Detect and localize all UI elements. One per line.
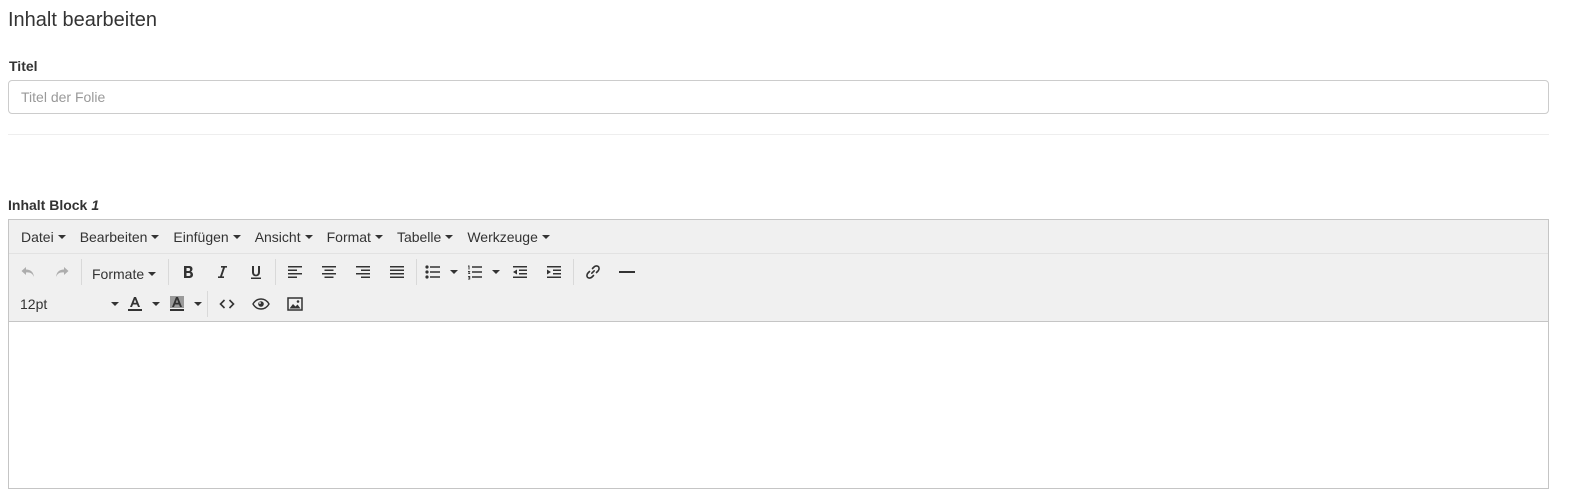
italic-icon — [218, 266, 228, 278]
horizontal-rule-icon — [619, 271, 636, 273]
title-label: Titel — [9, 58, 38, 74]
bullet-list-button[interactable] — [419, 257, 447, 287]
align-center-icon — [322, 266, 337, 278]
font-size-value: 12pt — [20, 296, 48, 312]
numbered-list-button[interactable] — [461, 257, 489, 287]
toolbar-separator — [207, 291, 208, 317]
font-size-select[interactable]: 12pt — [11, 289, 121, 319]
align-left-icon — [288, 266, 303, 278]
background-color-split — [163, 289, 205, 319]
toolbar-row-1: Formate — [11, 256, 644, 288]
bullet-list-dropdown[interactable] — [447, 257, 461, 287]
menu-bearbeiten[interactable]: Bearbeiten — [73, 223, 167, 251]
block-number: 1 — [91, 197, 100, 213]
toolbar-separator — [275, 259, 277, 285]
underline-button[interactable] — [239, 257, 273, 287]
toolbar-separator — [416, 259, 418, 285]
caret-down-icon — [492, 270, 501, 274]
block-label: Inhalt Block 1 — [8, 197, 99, 213]
caret-down-icon — [232, 234, 241, 239]
menu-ansicht[interactable]: Ansicht — [248, 223, 320, 251]
align-left-button[interactable] — [278, 257, 312, 287]
indent-button[interactable] — [537, 257, 571, 287]
align-center-button[interactable] — [312, 257, 346, 287]
menu-label: Tabelle — [396, 228, 442, 245]
divider — [8, 134, 1549, 135]
toolbar-separator — [573, 259, 575, 285]
menu-werkzeuge[interactable]: Werkzeuge — [460, 223, 557, 251]
caret-down-icon — [57, 234, 66, 239]
redo-icon — [56, 267, 69, 277]
menu-label: Einfügen — [173, 228, 229, 245]
editor-toolbar: Formate 12pt — [9, 254, 1548, 322]
align-right-button[interactable] — [346, 257, 380, 287]
bold-icon — [184, 266, 194, 278]
caret-down-icon — [450, 270, 459, 274]
menu-datei[interactable]: Datei — [14, 223, 73, 251]
menu-label: Bearbeiten — [79, 228, 148, 245]
numbered-list-split — [461, 257, 503, 287]
background-color-button[interactable] — [163, 289, 191, 319]
toolbar-row-2: 12pt — [11, 288, 312, 320]
text-color-icon — [128, 297, 142, 311]
text-color-dropdown[interactable] — [149, 289, 163, 319]
toolbar-separator — [81, 259, 82, 285]
menu-label: Format — [326, 228, 371, 245]
caret-down-icon — [445, 234, 454, 239]
caret-down-icon — [111, 302, 119, 306]
title-input[interactable] — [8, 80, 1549, 114]
editor-menubar: Datei Bearbeiten Einfügen Ansicht Format… — [9, 220, 1548, 254]
italic-button[interactable] — [205, 257, 239, 287]
align-right-icon — [356, 266, 371, 278]
caret-down-icon — [152, 302, 160, 306]
caret-down-icon — [151, 234, 160, 239]
bullet-list-icon — [425, 265, 441, 279]
background-color-dropdown[interactable] — [191, 289, 205, 319]
bold-button[interactable] — [171, 257, 205, 287]
link-icon — [586, 265, 600, 279]
insert-image-button[interactable] — [278, 289, 312, 319]
undo-button[interactable] — [11, 257, 45, 287]
editor-content-area[interactable] — [9, 322, 1548, 488]
align-justify-icon — [390, 266, 405, 278]
indent-icon — [547, 266, 562, 278]
menu-format[interactable]: Format — [320, 223, 390, 251]
source-code-button[interactable] — [210, 289, 244, 319]
preview-icon — [252, 298, 270, 310]
code-icon — [219, 299, 235, 309]
outdent-button[interactable] — [503, 257, 537, 287]
outdent-icon — [513, 266, 528, 278]
text-color-button[interactable] — [121, 289, 149, 319]
formats-label: Formate — [92, 265, 145, 282]
menu-label: Datei — [21, 228, 54, 245]
block-label-text: Inhalt Block — [8, 197, 88, 213]
numbered-list-dropdown[interactable] — [489, 257, 503, 287]
caret-down-icon — [304, 234, 313, 239]
background-color-icon — [170, 296, 184, 311]
page-title: Inhalt bearbeiten — [8, 9, 158, 31]
undo-icon — [21, 267, 34, 277]
underline-icon — [251, 266, 262, 279]
toolbar-separator — [168, 259, 170, 285]
caret-down-icon — [194, 302, 202, 306]
numbered-list-icon — [468, 265, 483, 280]
link-button[interactable] — [576, 257, 610, 287]
align-justify-button[interactable] — [380, 257, 414, 287]
horizontal-rule-button[interactable] — [610, 257, 644, 287]
caret-down-icon — [374, 234, 383, 239]
preview-button[interactable] — [244, 289, 278, 319]
menu-label: Ansicht — [254, 228, 301, 245]
text-color-split — [121, 289, 163, 319]
image-icon — [287, 297, 303, 311]
bullet-list-split — [419, 257, 461, 287]
caret-down-icon — [148, 271, 157, 276]
menu-tabelle[interactable]: Tabelle — [390, 223, 460, 251]
redo-button[interactable] — [45, 257, 79, 287]
rich-text-editor: Datei Bearbeiten Einfügen Ansicht Format… — [8, 219, 1549, 489]
caret-down-icon — [541, 234, 550, 239]
menu-label: Werkzeuge — [467, 228, 538, 245]
formats-dropdown[interactable]: Formate — [84, 259, 166, 289]
menu-einfuegen[interactable]: Einfügen — [166, 223, 247, 251]
